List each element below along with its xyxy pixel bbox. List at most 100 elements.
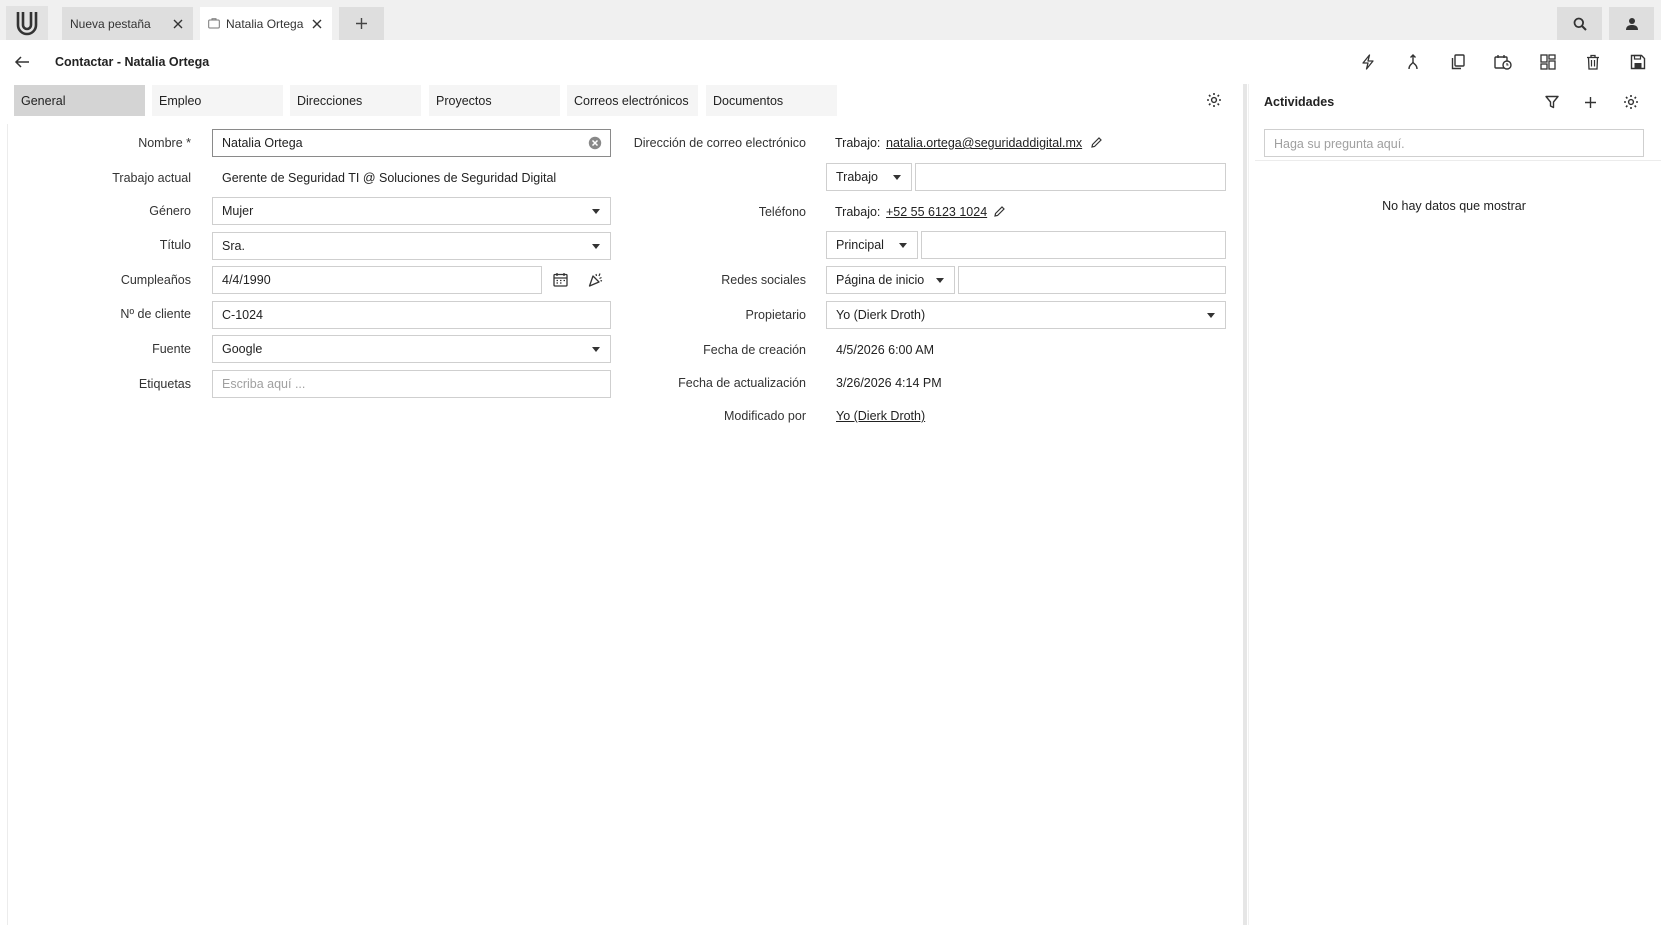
tab-label: Natalia Ortega (226, 16, 304, 31)
social-type-value: Página de inicio (836, 273, 925, 287)
filter-icon[interactable] (1542, 92, 1562, 112)
phone-new-input[interactable] (921, 231, 1226, 259)
tab-proyectos[interactable]: Proyectos (429, 85, 560, 116)
trash-icon[interactable] (1582, 52, 1604, 72)
genero-select[interactable]: Mujer (212, 197, 611, 225)
numero-cliente-label: Nº de cliente (120, 307, 191, 321)
gear-icon (1207, 93, 1221, 107)
phone-link[interactable]: +52 55 6123 1024 (886, 205, 987, 219)
caret-down-icon (592, 347, 600, 352)
trabajo-actual-label: Trabajo actual (112, 171, 191, 185)
back-button[interactable] (12, 54, 32, 70)
fuente-label: Fuente (152, 342, 191, 356)
titulo-value: Sra. (222, 239, 245, 253)
numero-cliente-field[interactable]: C-1024 (212, 301, 611, 329)
phone-type-select[interactable]: Principal (826, 231, 918, 259)
tab-documentos[interactable]: Documentos (706, 85, 837, 116)
tab-general[interactable]: General (14, 85, 145, 116)
social-type-select[interactable]: Página de inicio (826, 266, 955, 294)
etiquetas-placeholder: Escriba aquí ... (222, 377, 306, 391)
cumpleanos-value: 4/4/1990 (222, 273, 271, 287)
app-logo[interactable] (6, 6, 48, 40)
cumpleanos-field[interactable]: 4/4/1990 (212, 266, 542, 294)
redes-sociales-label: Redes sociales (721, 273, 806, 287)
page-header: Contactar - Natalia Ortega (0, 40, 1661, 84)
email-label: Dirección de correo electrónico (633, 136, 806, 150)
new-tab-button[interactable] (339, 7, 384, 40)
propietario-value: Yo (Dierk Droth) (836, 308, 926, 322)
close-icon[interactable] (310, 17, 324, 31)
fecha-actualizacion-value: 3/26/2026 4:14 PM (836, 376, 942, 390)
social-new-input[interactable] (958, 266, 1226, 294)
tab-direcciones[interactable]: Direcciones (290, 85, 421, 116)
panel-divider (1248, 84, 1249, 925)
contact-card-icon (208, 18, 220, 29)
save-icon[interactable] (1627, 52, 1649, 72)
caret-down-icon (592, 244, 600, 249)
email-new-input[interactable] (915, 163, 1226, 191)
activities-search-input[interactable]: Haga su pregunta aquí. (1264, 129, 1644, 157)
etiquetas-label: Etiquetas (138, 377, 191, 391)
tab-nueva-pestana[interactable]: Nueva pestaña (62, 7, 193, 40)
email-prefix: Trabajo: (835, 136, 881, 150)
activities-search-placeholder: Haga su pregunta aquí. (1274, 137, 1405, 151)
cumpleanos-label: Cumpleaños (120, 273, 191, 287)
user-menu-button[interactable] (1609, 7, 1654, 40)
edit-phone-icon[interactable] (993, 205, 1006, 218)
titulo-select[interactable]: Sra. (212, 232, 611, 260)
fuente-value: Google (222, 342, 263, 356)
phone-prefix: Trabajo: (835, 205, 881, 219)
fuente-select[interactable]: Google (212, 335, 611, 363)
global-search-button[interactable] (1557, 7, 1602, 40)
titulo-label: Título (159, 238, 191, 252)
etiquetas-input[interactable]: Escriba aquí ... (212, 370, 611, 398)
numero-cliente-value: C-1024 (222, 308, 263, 322)
tab-bar: Nueva pestaña Natalia Ortega (0, 0, 1661, 40)
merge-icon[interactable] (1402, 52, 1424, 72)
tab-correos-electronicos[interactable]: Correos electrónicos (567, 85, 698, 116)
nombre-field[interactable]: Natalia Ortega (212, 129, 611, 157)
email-type-value: Trabajo (836, 170, 878, 184)
logo-icon (16, 12, 38, 36)
trabajo-actual-value: Gerente de Seguridad TI @ Soluciones de … (222, 171, 557, 185)
empty-state-text: No hay datos que mostrar (1382, 199, 1526, 213)
add-activity-icon[interactable] (1580, 92, 1600, 112)
panel-splitter[interactable] (1243, 84, 1247, 925)
caret-down-icon (899, 243, 907, 248)
modificado-por-link[interactable]: Yo (Dierk Droth) (836, 409, 925, 423)
edit-email-icon[interactable] (1090, 136, 1103, 149)
propietario-select[interactable]: Yo (Dierk Droth) (826, 301, 1226, 329)
calendar-icon[interactable] (553, 272, 568, 287)
tab-label: Nueva pestaña (70, 16, 151, 31)
arrow-left-icon (14, 56, 29, 68)
lightning-icon[interactable] (1357, 52, 1379, 72)
caret-down-icon (936, 278, 944, 283)
fecha-creacion-value: 4/5/2026 6:00 AM (836, 343, 934, 357)
plus-icon (356, 18, 367, 29)
caret-down-icon (592, 209, 600, 214)
activities-gear-icon[interactable] (1621, 92, 1641, 112)
caret-down-icon (1207, 313, 1215, 318)
page-title: Contactar - Natalia Ortega (55, 55, 210, 69)
user-icon (1625, 17, 1638, 30)
nombre-value: Natalia Ortega (222, 136, 303, 150)
activities-title: Actividades (1264, 95, 1335, 109)
dashboard-icon[interactable] (1537, 52, 1559, 72)
fecha-creacion-label: Fecha de creación (703, 343, 806, 357)
genero-value: Mujer (222, 204, 254, 218)
modificado-por-label: Modificado por (724, 409, 806, 423)
propietario-label: Propietario (745, 308, 806, 322)
tab-empleo[interactable]: Empleo (152, 85, 283, 116)
caret-down-icon (893, 175, 901, 180)
email-type-select[interactable]: Trabajo (826, 163, 912, 191)
close-icon[interactable] (171, 17, 185, 31)
nombre-label: Nombre * (138, 136, 191, 150)
genero-label: Género (149, 204, 191, 218)
tab-natalia-ortega[interactable]: Natalia Ortega (200, 7, 332, 40)
phone-type-value: Principal (836, 238, 884, 252)
fecha-actualizacion-label: Fecha de actualización (678, 376, 806, 390)
form-settings-button[interactable] (1200, 86, 1228, 114)
email-link[interactable]: natalia.ortega@seguridaddigital.mx (886, 136, 1082, 150)
calendar-clock-icon[interactable] (1492, 52, 1514, 72)
copy-icon[interactable] (1447, 52, 1469, 72)
